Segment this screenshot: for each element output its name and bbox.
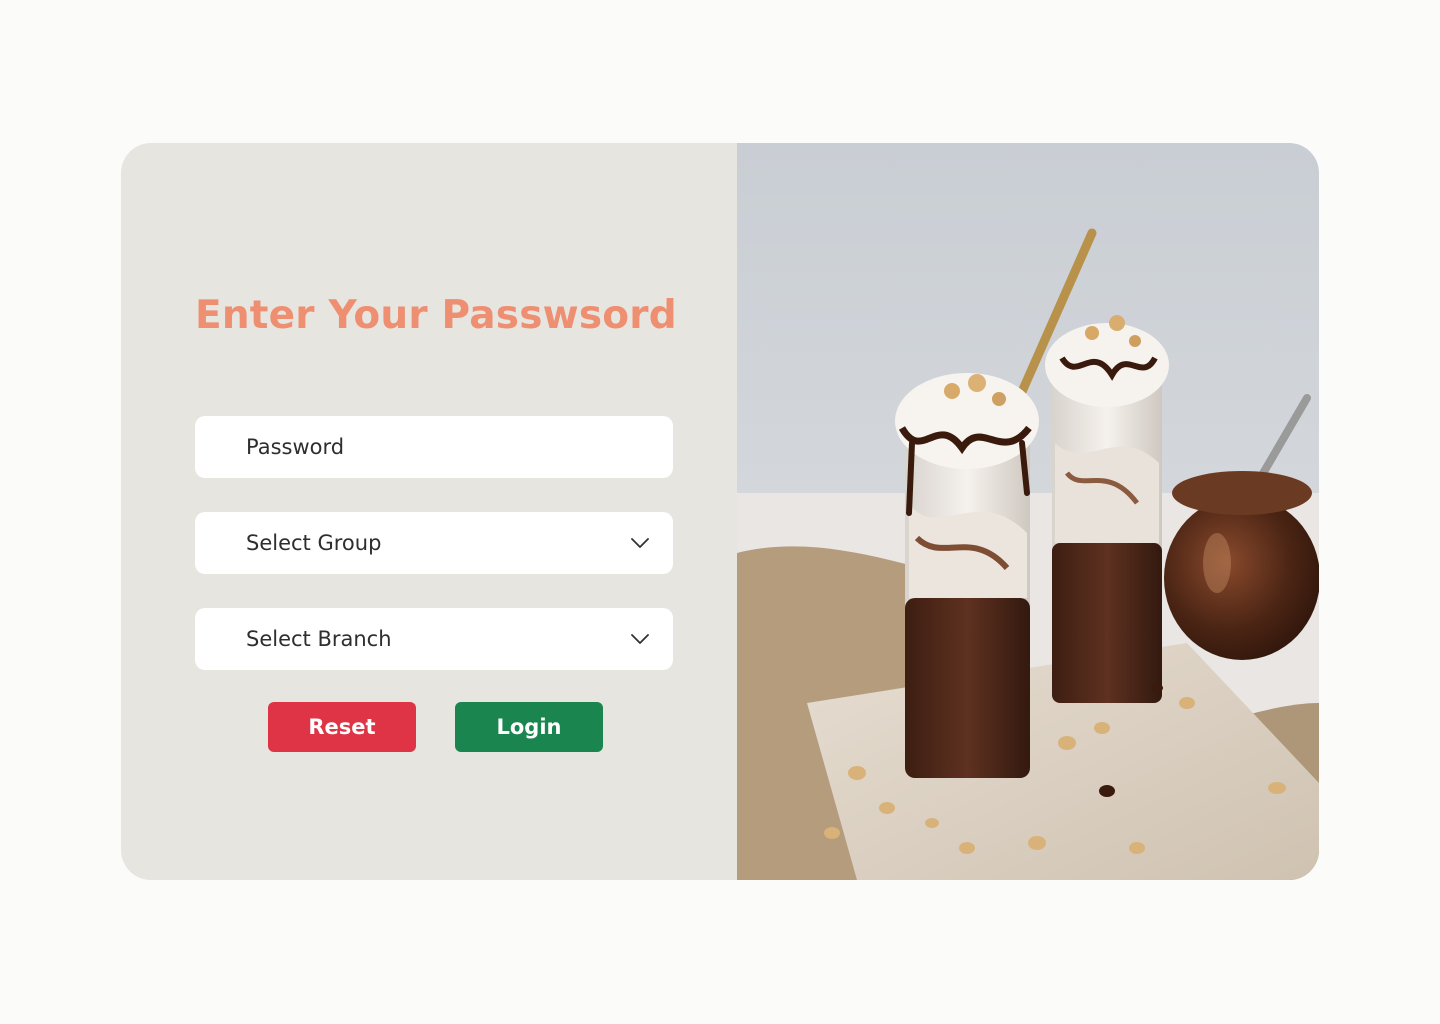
branch-select[interactable]: Select Branch xyxy=(195,608,673,670)
dessert-illustration xyxy=(737,143,1319,880)
password-input[interactable] xyxy=(195,416,673,478)
chevron-down-icon xyxy=(631,538,649,548)
login-button[interactable]: Login xyxy=(455,702,603,752)
login-card: Enter Your Passwsord Select Group Select… xyxy=(121,143,1319,880)
dessert-photo xyxy=(737,143,1319,880)
page-title: Enter Your Passwsord xyxy=(195,293,677,338)
reset-button[interactable]: Reset xyxy=(268,702,416,752)
login-form-panel: Enter Your Passwsord Select Group Select… xyxy=(121,143,737,880)
group-select[interactable]: Select Group xyxy=(195,512,673,574)
chevron-down-icon xyxy=(631,634,649,644)
branch-select-value: Select Branch xyxy=(246,627,392,651)
group-select-value: Select Group xyxy=(246,531,382,555)
